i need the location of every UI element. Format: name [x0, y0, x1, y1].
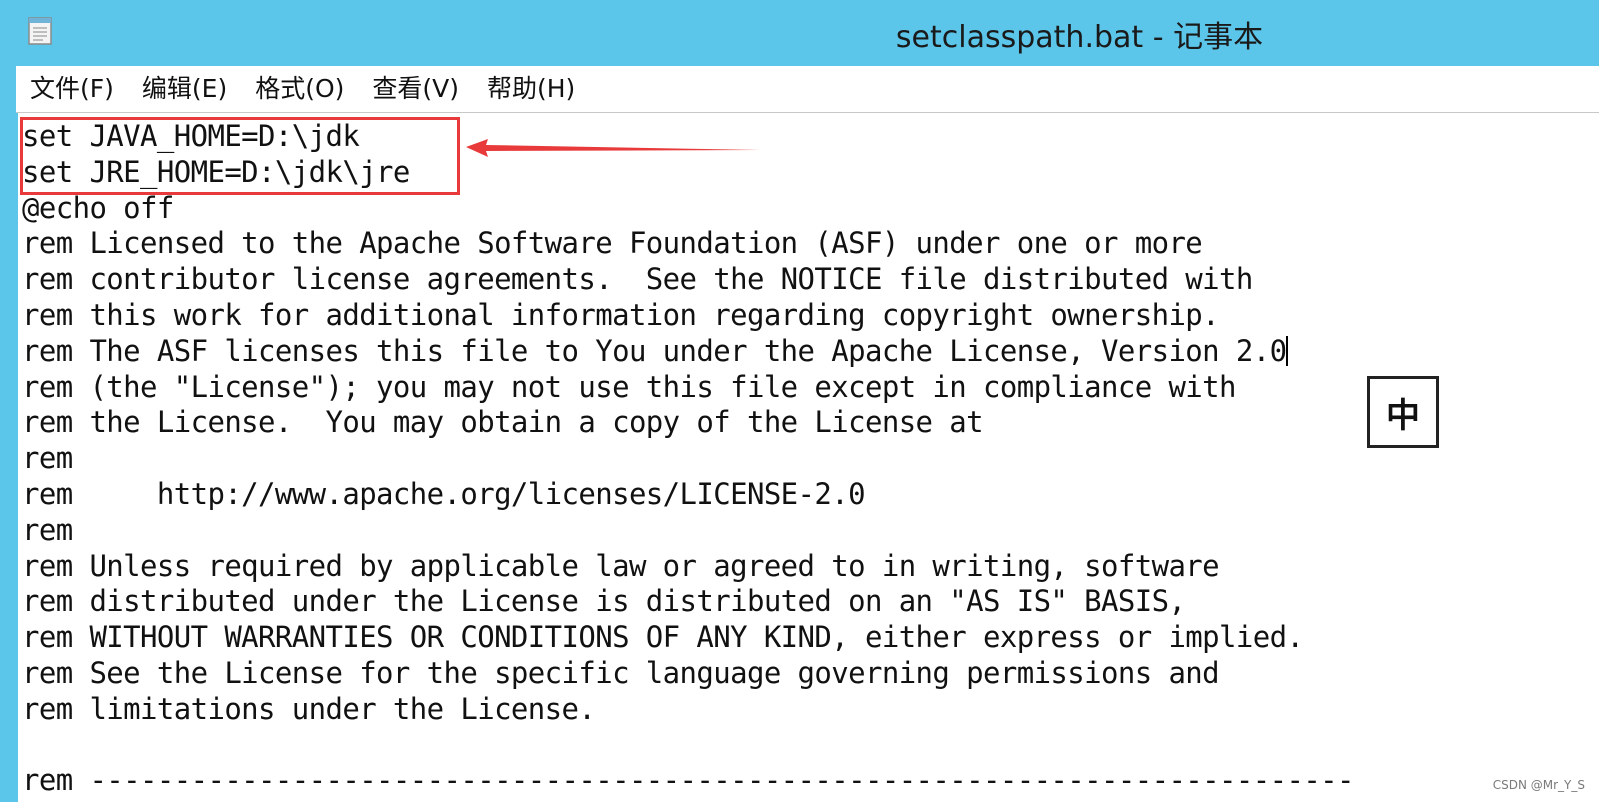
ime-mode-indicator[interactable]: 中	[1367, 376, 1439, 448]
notepad-window: setclasspath.bat - 记事本 文件(F) 编辑(E) 格式(O)…	[0, 0, 1599, 802]
editor-line: rem See the License for the specific lan…	[22, 655, 1220, 690]
window-title: setclasspath.bat - 记事本	[895, 20, 1264, 55]
editor-line: rem contributor license agreements. See …	[22, 262, 1253, 297]
menu-edit[interactable]: 编辑(E)	[128, 66, 241, 112]
title-bar[interactable]: setclasspath.bat - 记事本	[0, 0, 1599, 66]
text-editor[interactable]: set JAVA_HOME=D:\jdk set JRE_HOME=D:\jdk\…	[16, 113, 1599, 802]
notepad-client-area: 文件(F) 编辑(E) 格式(O) 查看(V) 帮助(H) set JAVA_H…	[16, 66, 1599, 802]
menu-help[interactable]: 帮助(H)	[473, 66, 589, 112]
editor-line: @echo off	[22, 190, 174, 225]
menu-format[interactable]: 格式(O)	[241, 66, 358, 112]
editor-line: rem Licensed to the Apache Software Foun…	[22, 226, 1203, 261]
editor-line: rem limitations under the License.	[22, 691, 596, 726]
menu-file[interactable]: 文件(F)	[16, 66, 128, 112]
highlight-annotation-box	[20, 117, 460, 195]
text-caret	[1286, 335, 1289, 366]
menu-view[interactable]: 查看(V)	[358, 66, 473, 112]
arrow-annotation-icon	[466, 139, 760, 157]
editor-text[interactable]: set JAVA_HOME=D:\jdk set JRE_HOME=D:\jdk\…	[22, 119, 1355, 799]
editor-line: rem	[22, 441, 73, 476]
editor-line: rem	[22, 512, 73, 547]
editor-line: rem http://www.apache.org/licenses/LICEN…	[22, 476, 866, 511]
editor-line: rem WITHOUT WARRANTIES OR CONDITIONS OF …	[22, 620, 1304, 655]
editor-line: rem distributed under the License is dis…	[22, 584, 1186, 619]
editor-line: rem The ASF licenses this file to You un…	[22, 333, 1289, 368]
watermark: CSDN @Mr_Y_S	[1492, 778, 1585, 792]
editor-line: rem ------------------------------------…	[22, 763, 1355, 798]
editor-line: rem Unless required by applicable law or…	[22, 548, 1220, 583]
editor-line: rem (the "License"); you may not use thi…	[22, 369, 1236, 404]
menu-bar: 文件(F) 编辑(E) 格式(O) 查看(V) 帮助(H)	[16, 66, 1599, 113]
editor-line: rem the License. You may obtain a copy o…	[22, 405, 984, 440]
editor-line: rem this work for additional information…	[22, 297, 1220, 332]
